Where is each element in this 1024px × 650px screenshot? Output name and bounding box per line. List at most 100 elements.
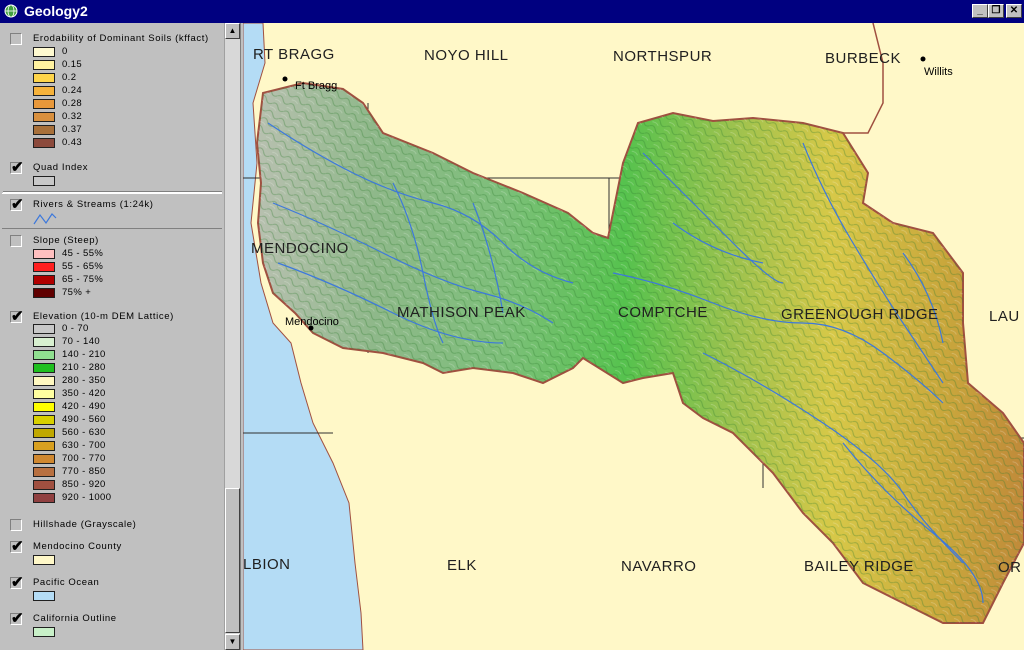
quad-label: NOYO HILL: [424, 47, 509, 64]
legend-swatch: [33, 125, 55, 135]
legend-label: 210 - 280: [62, 362, 106, 373]
quad-label: LAU: [989, 308, 1020, 325]
legend-swatch: [33, 99, 55, 109]
legend-swatch: [33, 275, 55, 285]
legend-label: 140 - 210: [62, 349, 106, 360]
town-marker: [920, 56, 926, 62]
layer-checkbox[interactable]: [10, 33, 22, 45]
layer-name: Erodability of Dominant Soils (kffact): [33, 33, 209, 44]
legend-label: 350 - 420: [62, 388, 106, 399]
layer-name: Slope (Steep): [33, 235, 99, 246]
legend-swatch: [33, 454, 55, 464]
quad-label: BAILEY RIDGE: [804, 558, 914, 575]
legend-label: 0.24: [62, 85, 83, 96]
quad-label: ELK: [447, 557, 477, 574]
layer-checkbox[interactable]: [10, 519, 22, 531]
restore-button[interactable]: ❐: [988, 4, 1004, 18]
quad-label: OR: [998, 559, 1022, 576]
layer-rivers-streams[interactable]: Rivers & Streams (1:24k): [2, 193, 222, 229]
legend-swatch: [33, 415, 55, 425]
layer-name: Hillshade (Grayscale): [33, 519, 137, 530]
legend-swatch: [33, 249, 55, 259]
legend-swatch: [33, 288, 55, 298]
legend-label: 0.37: [62, 124, 83, 135]
legend-swatch: [33, 402, 55, 412]
legend-label: 630 - 700: [62, 440, 106, 451]
legend-swatch: [33, 262, 55, 272]
legend-swatch: [33, 555, 55, 565]
scroll-down-button[interactable]: ▼: [225, 634, 240, 650]
legend-label: 420 - 490: [62, 401, 106, 412]
legend-label: 70 - 140: [62, 336, 101, 347]
legend-label: 920 - 1000: [62, 492, 112, 503]
legend-label: 560 - 630: [62, 427, 106, 438]
layer-checkbox[interactable]: [10, 307, 24, 325]
town-label: Ft Bragg: [295, 80, 337, 92]
legend-swatch: [33, 350, 55, 360]
legend-swatch: [33, 47, 55, 57]
layer-checkbox[interactable]: [10, 195, 24, 213]
layer-checkbox[interactable]: [10, 573, 24, 591]
legend-swatch: [33, 493, 55, 503]
layer-name: Quad Index: [33, 162, 89, 173]
legend-swatch: [33, 73, 55, 83]
legend-label: 280 - 350: [62, 375, 106, 386]
window-title-bar: Geology2 _ ❐ ✕: [0, 0, 1024, 23]
town-label: Mendocino: [285, 316, 339, 328]
map-canvas[interactable]: RT BRAGG NOYO HILL NORTHSPUR BURBECK MEN…: [243, 23, 1024, 650]
quad-label: RT BRAGG: [253, 46, 335, 63]
legend-swatch: [33, 363, 55, 373]
legend-label: 75% +: [62, 287, 92, 298]
legend-swatch: [33, 428, 55, 438]
window-title: Geology2: [24, 3, 88, 19]
legend-label: 0.2: [62, 72, 77, 83]
legend-label: 0.43: [62, 137, 83, 148]
quad-label: MENDOCINO: [251, 240, 349, 257]
town-marker: [282, 76, 288, 82]
minimize-icon: _: [977, 5, 983, 16]
layer-name: Pacific Ocean: [33, 577, 100, 588]
legend-label: 850 - 920: [62, 479, 106, 490]
legend-label: 0.15: [62, 59, 83, 70]
legend-label: 700 - 770: [62, 453, 106, 464]
quad-label: MATHISON PEAK: [397, 304, 526, 321]
legend-swatch: [33, 176, 55, 186]
legend-label: 0.28: [62, 98, 83, 109]
layer-checkbox[interactable]: [10, 235, 22, 247]
scroll-thumb[interactable]: [225, 488, 240, 633]
legend-label: 65 - 75%: [62, 274, 104, 285]
globe-icon: [4, 4, 18, 18]
quad-label: NORTHSPUR: [613, 48, 712, 65]
scroll-up-button[interactable]: ▲: [225, 23, 240, 39]
toc-scrollbar[interactable]: ▲ ▼: [224, 23, 240, 650]
table-of-contents: Erodability of Dominant Soils (kffact) 0…: [0, 23, 240, 650]
layer-checkbox[interactable]: [10, 609, 24, 627]
legend-swatch: [33, 60, 55, 70]
layer-name: Rivers & Streams (1:24k): [33, 199, 154, 210]
hillshade-texture: [257, 83, 1024, 623]
legend-swatch: [33, 441, 55, 451]
legend-swatch: [33, 86, 55, 96]
county-boundary: [843, 23, 884, 134]
legend-label: 45 - 55%: [62, 248, 104, 259]
quad-label: GREENOUGH RIDGE: [781, 306, 939, 323]
legend-swatch: [33, 591, 55, 601]
legend-label: 55 - 65%: [62, 261, 104, 272]
legend-label: 0.32: [62, 111, 83, 122]
legend-swatch: [33, 389, 55, 399]
legend-swatch: [33, 627, 55, 637]
legend-label: 0: [62, 46, 68, 57]
layer-checkbox[interactable]: [10, 158, 24, 176]
layer-checkbox[interactable]: [10, 537, 24, 555]
quad-label: LBION: [243, 556, 291, 573]
map-view[interactable]: RT BRAGG NOYO HILL NORTHSPUR BURBECK MEN…: [243, 23, 1024, 650]
arrow-up-icon: ▲: [228, 26, 237, 35]
legend-swatch: [33, 324, 55, 334]
quad-label: COMPTCHE: [618, 304, 708, 321]
close-button[interactable]: ✕: [1006, 4, 1022, 18]
legend-swatch: [33, 138, 55, 148]
layer-name: Mendocino County: [33, 541, 122, 552]
legend-swatch: [33, 112, 55, 122]
legend-swatch: [33, 337, 55, 347]
minimize-button[interactable]: _: [972, 4, 988, 18]
